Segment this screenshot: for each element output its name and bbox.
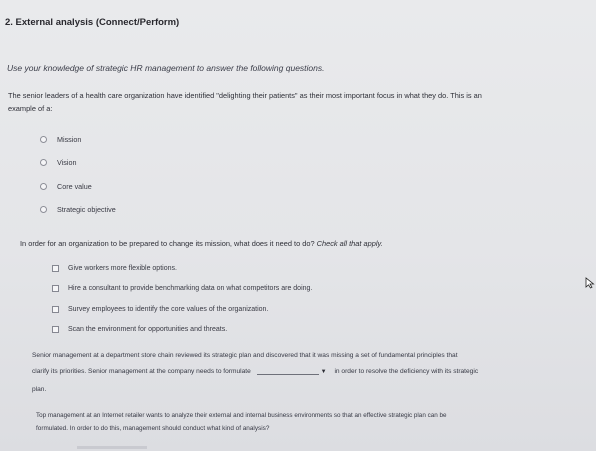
q3-text-line-2: clarify its priorities. Senior managemen… (32, 366, 478, 375)
q2-prompt-text: In order for an organization to be prepa… (20, 239, 315, 248)
section-title: 2. External analysis (Connect/Perform) (5, 17, 180, 28)
radio-button[interactable] (40, 159, 47, 166)
option-label: Give workers more flexible options. (68, 265, 177, 272)
q2-option-survey[interactable]: Survey employees to identify the core va… (52, 306, 268, 313)
q3-text-line-1: Senior management at a department store … (32, 352, 458, 359)
q2-prompt-hint: Check all that apply. (316, 239, 383, 248)
q2-option-scan[interactable]: Scan the environment for opportunities a… (52, 326, 227, 333)
radio-button[interactable] (40, 183, 47, 190)
option-label: Hire a consultant to provide benchmarkin… (68, 285, 313, 292)
chevron-down-icon[interactable]: ▼ (321, 369, 327, 375)
q2-prompt: In order for an organization to be prepa… (20, 239, 383, 248)
option-label: Scan the environment for opportunities a… (68, 326, 228, 333)
q3-answer-dropdown[interactable] (256, 366, 319, 375)
radio-button[interactable] (40, 206, 47, 213)
mouse-pointer-icon (585, 277, 595, 289)
q4-option-partial (62, 446, 152, 451)
option-label: Survey employees to identify the core va… (68, 306, 269, 313)
q1-option-mission[interactable]: Mission (40, 135, 81, 144)
option-label: Core value (57, 182, 92, 191)
q1-text-line-1: The senior leaders of a health care orga… (8, 91, 482, 100)
option-label: Strategic objective (57, 205, 116, 214)
q2-option-flexible[interactable]: Give workers more flexible options. (52, 265, 177, 272)
q1-option-core-value[interactable]: Core value (40, 182, 92, 191)
q1-option-vision[interactable]: Vision (40, 158, 76, 167)
radio-button[interactable] (40, 136, 47, 143)
checkbox[interactable] (52, 265, 59, 272)
assignment-page: 2. External analysis (Connect/Perform) U… (0, 0, 596, 451)
q1-text-line-2: example of a: (8, 104, 53, 113)
q4-text-line-2: formulated. In order to do this, managem… (36, 425, 270, 432)
q3-text-line-3: plan. (32, 386, 47, 393)
q1-option-strategic-objective[interactable]: Strategic objective (40, 205, 116, 214)
checkbox[interactable] (52, 285, 59, 292)
option-label: Vision (57, 158, 77, 167)
q3-text-before-select: clarify its priorities. Senior managemen… (32, 368, 251, 375)
q2-option-consultant[interactable]: Hire a consultant to provide benchmarkin… (52, 285, 312, 292)
q3-text-after-select: in order to resolve the deficiency with … (334, 368, 479, 375)
q4-text-line-1: Top management at an Internet retailer w… (36, 412, 447, 419)
instructions-text: Use your knowledge of strategic HR manag… (7, 63, 325, 73)
checkbox[interactable] (52, 306, 59, 313)
option-label: Mission (57, 135, 82, 144)
checkbox[interactable] (52, 326, 59, 333)
